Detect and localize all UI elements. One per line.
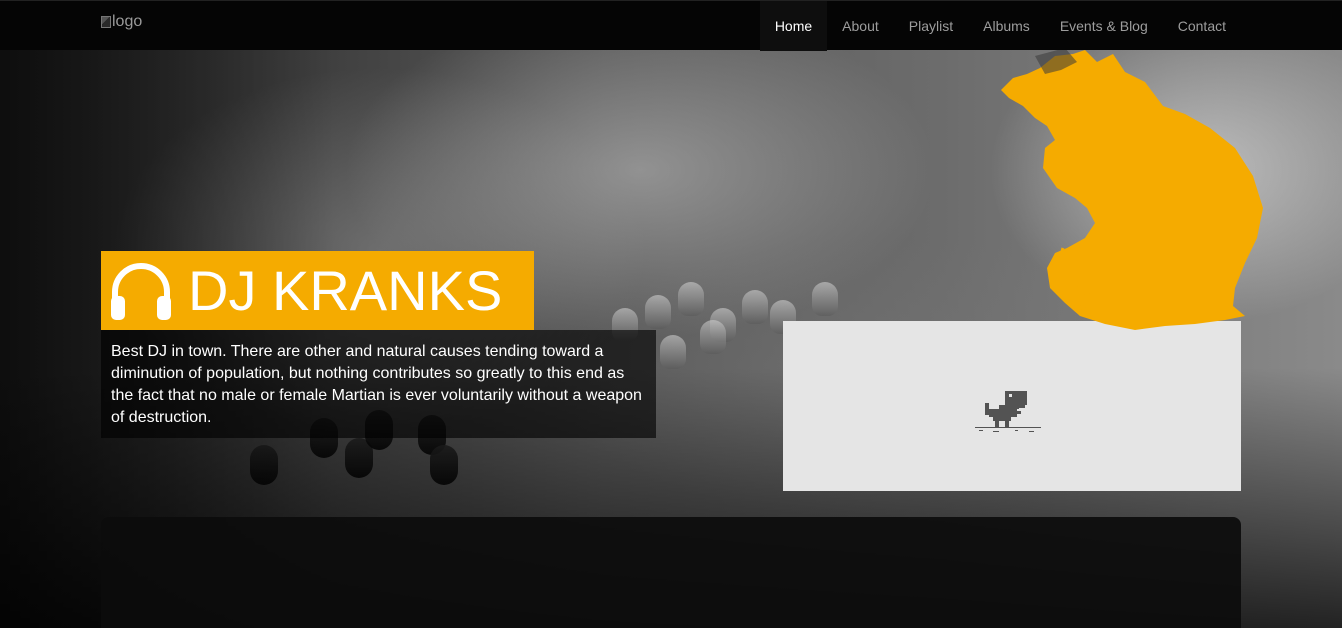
artist-title-badge: DJ KRANKS xyxy=(101,251,534,330)
logo-alt-text: logo xyxy=(112,13,143,30)
nav-item-about[interactable]: About xyxy=(827,1,894,51)
dj-silhouette-graphic xyxy=(1001,48,1263,330)
navbar: logo Home About Playlist Albums Events &… xyxy=(0,0,1342,51)
nav-item-home[interactable]: Home xyxy=(759,1,828,51)
video-embed[interactable] xyxy=(783,321,1241,491)
nav-item-playlist[interactable]: Playlist xyxy=(894,1,968,51)
broken-image-icon xyxy=(101,16,111,28)
main-nav: Home About Playlist Albums Events & Blog… xyxy=(759,1,1241,51)
artist-name: DJ KRANKS xyxy=(188,258,503,322)
logo-link[interactable]: logo xyxy=(101,11,142,33)
page: logo Home About Playlist Albums Events &… xyxy=(0,0,1342,628)
nav-item-contact[interactable]: Contact xyxy=(1163,1,1241,51)
dinosaur-icon xyxy=(975,391,1041,432)
content-panel xyxy=(101,517,1241,628)
nav-item-albums[interactable]: Albums xyxy=(968,1,1045,51)
nav-item-events-blog[interactable]: Events & Blog xyxy=(1045,1,1163,51)
artist-description: Best DJ in town. There are other and nat… xyxy=(101,330,656,438)
headphones-icon xyxy=(111,262,171,320)
